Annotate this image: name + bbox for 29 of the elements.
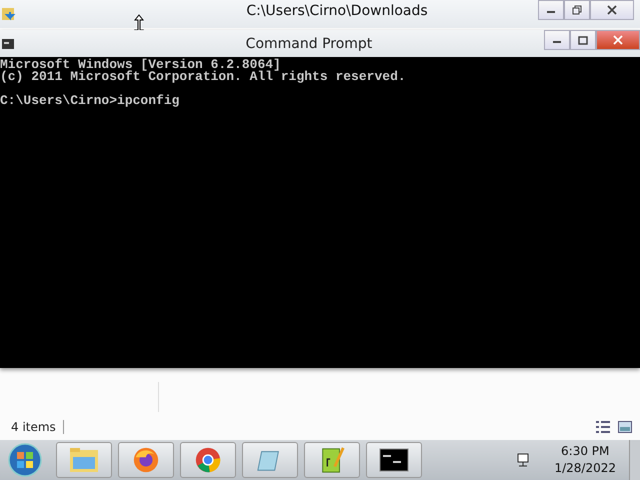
browser-icon: [131, 446, 161, 474]
details-view-icon[interactable]: [596, 421, 610, 433]
restore-icon: [572, 5, 582, 15]
console-line: C:\Users\Cirno>ipconfig: [0, 95, 180, 107]
item-count: 4 items: [0, 420, 64, 434]
clock-time: 6:30 PM: [561, 443, 610, 460]
console-line: Microsoft Windows [Version 6.2.8064]: [0, 59, 282, 71]
window-title: C:\Users\Cirno\Downloads: [245, 3, 429, 19]
folder-icon: [69, 446, 99, 474]
folder-icon: [2, 6, 16, 22]
maximize-button[interactable]: [570, 30, 596, 50]
taskbar-button[interactable]: [366, 442, 422, 478]
network-icon[interactable]: [515, 452, 532, 468]
clock[interactable]: 6:30 PM 1/28/2022: [554, 443, 616, 477]
minimize-button[interactable]: [544, 30, 570, 50]
close-button[interactable]: [596, 30, 640, 50]
console-icon: [379, 446, 409, 474]
browser-icon: [193, 446, 223, 474]
window-title: Command Prompt: [244, 36, 374, 52]
close-button[interactable]: [590, 0, 634, 20]
maximize-icon: [578, 35, 588, 45]
minimize-button[interactable]: [538, 0, 564, 20]
close-icon: [613, 35, 623, 45]
restore-button[interactable]: [564, 0, 590, 20]
console-line: (c) 2011 Microsoft Corporation. All rights reserved.: [0, 71, 407, 83]
thumbnail-view-icon[interactable]: [618, 421, 632, 433]
close-icon: [607, 5, 617, 15]
console-icon: [2, 38, 14, 48]
clock-date: 1/28/2022: [554, 460, 616, 477]
